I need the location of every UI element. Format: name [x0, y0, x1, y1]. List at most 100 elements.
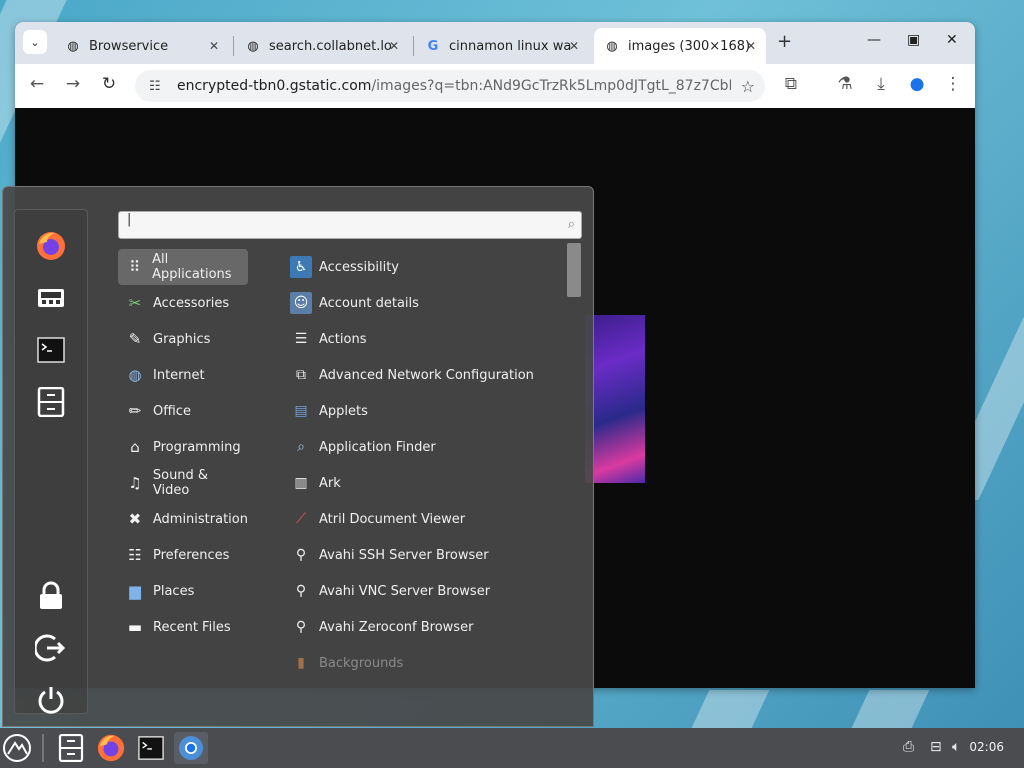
close-icon[interactable]: ✕ — [569, 39, 579, 53]
ark-icon: ▥ — [294, 475, 308, 491]
category-internet[interactable]: ◍ Internet — [118, 357, 248, 393]
application-list: ♿ Accessibility ☺ Account details ☰ Actions… — [286, 249, 566, 681]
graphics-icon: ✎ — [128, 330, 142, 348]
clock[interactable]: 02:06 — [969, 740, 1004, 754]
app-accessibility[interactable]: ♿ Accessibility — [286, 249, 566, 285]
favorite-file-manager[interactable] — [33, 384, 69, 420]
category-label: All Applications — [152, 252, 232, 282]
category-recent-files[interactable]: ▬ Recent Files — [118, 609, 248, 645]
category-places[interactable]: ▆ Places — [118, 573, 248, 609]
file-cabinet-icon — [37, 387, 65, 417]
lock-screen-button[interactable] — [33, 578, 69, 614]
chromium-icon — [179, 736, 203, 760]
site-info-icon[interactable]: ☷ — [149, 79, 167, 94]
flask-icon: ⚗ — [837, 74, 853, 94]
cinnamon-menu-icon — [3, 734, 31, 762]
taskbar-file-manager[interactable] — [55, 732, 87, 764]
extensions-button[interactable]: ⧉ — [779, 74, 803, 94]
downloads-button[interactable]: ⤓ — [869, 74, 893, 94]
tab-search-button[interactable]: ⌄ — [23, 30, 47, 54]
tools-icon: ✖ — [128, 510, 142, 528]
app-application-finder[interactable]: ⌕ Application Finder — [286, 429, 566, 465]
network-icon: ⧉ — [296, 367, 306, 383]
wallpaper-image[interactable] — [585, 315, 645, 483]
profile-button[interactable]: ● — [905, 74, 929, 94]
forward-button[interactable]: → — [61, 74, 85, 94]
category-label: Internet — [153, 367, 205, 383]
category-preferences[interactable]: ☷ Preferences — [118, 537, 248, 573]
firefox-icon — [37, 232, 65, 260]
app-advanced-network-configuration[interactable]: ⧉ Advanced Network Configuration — [286, 357, 566, 393]
back-button[interactable]: ← — [25, 74, 49, 94]
app-atril-document-viewer[interactable]: ⟋ Atril Document Viewer — [286, 501, 566, 537]
tab-cinnamon-search[interactable]: G cinnamon linux wa ✕ — [415, 28, 589, 64]
printer-icon[interactable]: ⎙ — [903, 739, 914, 755]
tab-title: images (300×168) — [628, 38, 751, 54]
reload-button[interactable]: ↻ — [97, 74, 121, 94]
new-tab-button[interactable]: + — [777, 31, 792, 52]
taskbar-terminal[interactable] — [135, 732, 167, 764]
network-disconnected-icon[interactable]: ⊟ — [930, 739, 942, 755]
category-sound-video[interactable]: ♫ Sound & Video — [118, 465, 248, 501]
browser-menu-button[interactable]: ⋮ — [941, 74, 965, 94]
shutdown-button[interactable] — [33, 682, 69, 718]
app-backgrounds[interactable]: ▮ Backgrounds — [286, 645, 566, 681]
menu-search-input[interactable]: | ⌕ — [118, 211, 582, 239]
logout-button[interactable] — [33, 630, 69, 666]
power-icon — [38, 687, 64, 714]
file-cabinet-icon — [58, 734, 84, 762]
search-icon: ⌕ — [567, 217, 575, 232]
close-icon[interactable]: ✕ — [746, 39, 756, 53]
app-label: Backgrounds — [319, 655, 404, 671]
category-graphics[interactable]: ✎ Graphics — [118, 321, 248, 357]
category-label: Recent Files — [153, 619, 231, 635]
category-all-applications[interactable]: ⠿ All Applications — [118, 249, 248, 285]
close-icon[interactable]: ✕ — [389, 39, 399, 53]
menu-button[interactable] — [1, 732, 33, 764]
category-administration[interactable]: ✖ Administration — [118, 501, 248, 537]
app-avahi-ssh-server-browser[interactable]: ⚲ Avahi SSH Server Browser — [286, 537, 566, 573]
tab-search-collabnet[interactable]: ◍ search.collabnet.lo ✕ — [235, 28, 409, 64]
tab-browservice[interactable]: ◍ Browservice ✕ — [55, 28, 229, 64]
grid-icon: ⠿ — [129, 258, 141, 276]
tab-title: search.collabnet.lo — [269, 38, 392, 54]
category-programming[interactable]: ⌂ Programming — [118, 429, 248, 465]
browser-toolbar: ← → ↻ ☷ encrypted-tbn0.gstatic.com /imag… — [15, 64, 975, 108]
network-tree-icon: ⚲ — [295, 547, 307, 563]
app-label: Avahi Zeroconf Browser — [319, 619, 474, 635]
globe-icon: ◍ — [606, 38, 618, 54]
category-label: Accessories — [153, 295, 230, 311]
bookmark-star-icon[interactable]: ☆ — [741, 77, 755, 96]
globe-icon: ◍ — [128, 366, 142, 384]
minimize-button[interactable]: — — [867, 32, 881, 48]
favorites-panel — [14, 209, 88, 714]
category-office[interactable]: ✏ Office — [118, 393, 248, 429]
tab-images[interactable]: ◍ images (300×168) ✕ — [594, 28, 766, 64]
favorite-firefox[interactable] — [33, 228, 69, 264]
puzzle-icon: ⧉ — [784, 74, 798, 94]
taskbar: ⎙ ⊟ 🔈︎ 02:06 — [0, 728, 1024, 768]
favorite-terminal[interactable] — [33, 332, 69, 368]
arrow-left-icon: ← — [29, 74, 45, 94]
app-ark[interactable]: ▥ Ark — [286, 465, 566, 501]
taskbar-firefox[interactable] — [95, 732, 127, 764]
app-avahi-zeroconf-browser[interactable]: ⚲ Avahi Zeroconf Browser — [286, 609, 566, 645]
category-accessories[interactable]: ✂ Accessories — [118, 285, 248, 321]
app-list-scrollbar[interactable] — [567, 243, 581, 297]
close-icon[interactable]: ✕ — [209, 39, 219, 53]
taskbar-chromium[interactable] — [174, 732, 208, 764]
address-bar[interactable]: ☷ encrypted-tbn0.gstatic.com /images?q=t… — [135, 70, 765, 102]
app-avahi-vnc-server-browser[interactable]: ⚲ Avahi VNC Server Browser — [286, 573, 566, 609]
close-window-button[interactable]: ✕ — [946, 32, 958, 48]
labs-button[interactable]: ⚗ — [833, 74, 857, 94]
volume-icon[interactable]: 🔈︎ — [952, 739, 960, 755]
category-label: Administration — [152, 511, 248, 527]
app-applets[interactable]: ▤ Applets — [286, 393, 566, 429]
app-actions[interactable]: ☰ Actions — [286, 321, 566, 357]
maximize-button[interactable]: ▣ — [907, 32, 920, 48]
preferences-icon: ☷ — [128, 546, 142, 564]
app-account-details[interactable]: ☺ Account details — [286, 285, 566, 321]
app-label: Application Finder — [319, 439, 436, 455]
favorite-settings[interactable] — [33, 280, 69, 316]
category-label: Places — [153, 583, 195, 599]
